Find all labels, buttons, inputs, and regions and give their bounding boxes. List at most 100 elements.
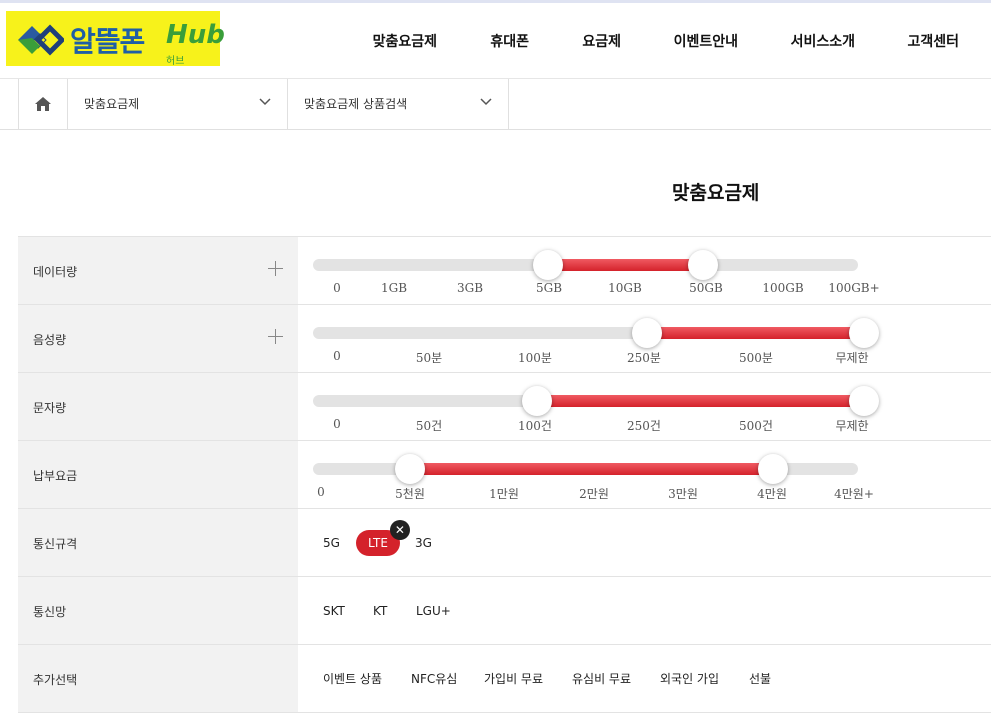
option-skt[interactable]: SKT <box>323 598 345 624</box>
slider-range-fill <box>410 463 773 475</box>
filter-row-sms: 문자량 0 50건 100건 250건 500건 무제한 <box>18 373 991 441</box>
slider-tick: 100GB <box>762 281 804 295</box>
logo-text: 알뜰폰 <box>70 25 145 58</box>
slider-handle-min[interactable] <box>533 250 563 280</box>
slider-tick: 0 <box>333 349 341 363</box>
slider-handle-max[interactable] <box>849 318 879 348</box>
logo-mark-icon <box>18 24 64 56</box>
slider-range-fill <box>647 327 858 339</box>
site-logo[interactable]: 알뜰폰 Hub 허브 <box>6 11 225 67</box>
slider-handle-max[interactable] <box>849 386 879 416</box>
slider-tick: 5천원 <box>395 487 425 501</box>
filter-row-carrier: 통신망 SKT KT LGU+ <box>18 577 991 645</box>
nav-item-phone[interactable]: 휴대폰 <box>490 31 529 51</box>
filter-label-cell: 통신규격 <box>18 509 298 576</box>
nav-item-events[interactable]: 이벤트안내 <box>674 31 738 51</box>
logo-subtext: 허브 <box>166 56 185 67</box>
slider-tick: 100분 <box>518 351 552 365</box>
slider-tick: 250건 <box>627 419 661 433</box>
filter-label-cell: 문자량 <box>18 373 298 440</box>
breadcrumb-select-level2[interactable]: 맞춤요금제 상품검색 <box>288 79 509 129</box>
option-foreigner-signup[interactable]: 외국인 가입 <box>660 666 719 692</box>
option-free-usim[interactable]: 유심비 무료 <box>572 666 631 692</box>
filter-row-voice: 음성량 0 50분 100분 250분 500분 무제한 <box>18 305 991 373</box>
filter-label-sms: 문자량 <box>33 401 67 415</box>
filter-label-extras: 추가선택 <box>33 673 78 687</box>
filter-row-network-type: 통신규격 5G LTE ✕ 3G <box>18 509 991 577</box>
option-kt[interactable]: KT <box>373 598 387 624</box>
chevron-down-icon <box>259 98 271 106</box>
option-lte-label: LTE <box>368 536 388 550</box>
slider-tick: 0 <box>317 485 325 499</box>
slider-range-fill <box>537 395 858 407</box>
breadcrumb: 맞춤요금제 맞춤요금제 상품검색 <box>0 79 991 130</box>
slider-tick: 0 <box>333 281 341 295</box>
slider-tick: 1만원 <box>489 487 519 501</box>
filter-label-cell: 추가선택 <box>18 645 298 712</box>
slider-handle-min[interactable] <box>632 318 662 348</box>
slider-handle-max[interactable] <box>688 250 718 280</box>
filter-label-cell: 납부요금 <box>18 441 298 508</box>
filter-label-cell: 음성량 <box>18 305 298 372</box>
slider-tick: 50분 <box>415 351 443 365</box>
filter-label-data: 데이터량 <box>33 265 78 279</box>
filter-table: 데이터량 0 1GB 3GB 5GB 10GB 50GB 100GB 100GB… <box>18 236 991 713</box>
slider-tick: 무제한 <box>835 351 869 365</box>
filter-label-network-type: 통신규격 <box>33 537 78 551</box>
option-5g[interactable]: 5G <box>323 530 340 556</box>
option-free-signup[interactable]: 가입비 무료 <box>484 666 543 692</box>
voice-range-slider[interactable]: 0 50분 100분 250분 500분 무제한 <box>313 305 879 373</box>
filter-label-fee: 납부요금 <box>33 469 78 483</box>
expand-plus-icon[interactable] <box>268 329 284 345</box>
filter-row-fee: 납부요금 0 5천원 1만원 2만원 3만원 4만원 4만원+ <box>18 441 991 509</box>
slider-tick: 2만원 <box>579 487 609 501</box>
slider-tick: 100GB+ <box>828 281 880 295</box>
slider-tick: 100건 <box>518 419 552 433</box>
close-icon[interactable]: ✕ <box>389 520 410 540</box>
logo-brand: Hub <box>166 20 225 50</box>
site-header: 알뜰폰 Hub 허브 맞춤요금제 휴대폰 요금제 이벤트안내 서비스소개 고객센… <box>0 3 991 79</box>
chevron-down-icon <box>480 98 492 106</box>
slider-tick: 1GB <box>380 281 408 295</box>
nav-item-support[interactable]: 고객센터 <box>907 31 959 51</box>
nav-item-custom-plan[interactable]: 맞춤요금제 <box>373 31 437 51</box>
filter-label-carrier: 통신망 <box>33 605 67 619</box>
slider-handle-min[interactable] <box>395 454 425 484</box>
page-title: 맞춤요금제 <box>672 182 760 204</box>
breadcrumb-level2-label: 맞춤요금제 상품검색 <box>304 97 408 111</box>
filter-row-data: 데이터량 0 1GB 3GB 5GB 10GB 50GB 100GB 100GB… <box>18 237 991 305</box>
nav-item-plans[interactable]: 요금제 <box>582 31 621 51</box>
home-icon <box>35 97 51 111</box>
option-3g[interactable]: 3G <box>415 530 432 556</box>
breadcrumb-select-level1[interactable]: 맞춤요금제 <box>68 79 288 129</box>
slider-tick: 3GB <box>456 281 484 295</box>
option-nfc-usim[interactable]: NFC유심 <box>411 666 457 692</box>
slider-tick: 50GB <box>689 281 723 295</box>
option-event-product[interactable]: 이벤트 상품 <box>323 666 382 692</box>
data-range-slider[interactable]: 0 1GB 3GB 5GB 10GB 50GB 100GB 100GB+ <box>313 237 880 305</box>
slider-tick: 250분 <box>627 351 661 365</box>
slider-range-fill <box>548 259 703 271</box>
slider-handle-max[interactable] <box>758 454 788 484</box>
slider-tick: 3만원 <box>668 487 698 501</box>
filter-label-voice: 음성량 <box>33 333 67 347</box>
expand-plus-icon[interactable] <box>268 261 284 277</box>
nav-item-services[interactable]: 서비스소개 <box>791 31 855 51</box>
slider-tick: 50건 <box>415 419 443 433</box>
slider-tick: 10GB <box>608 281 642 295</box>
slider-tick: 5GB <box>535 281 563 295</box>
slider-tick: 500분 <box>739 351 773 365</box>
option-lte-selected[interactable]: LTE ✕ <box>356 520 410 556</box>
option-prepaid[interactable]: 선불 <box>749 666 771 692</box>
fee-range-slider[interactable]: 0 5천원 1만원 2만원 3만원 4만원 4만원+ <box>313 441 874 509</box>
option-lgu[interactable]: LGU+ <box>416 598 451 624</box>
slider-tick: 500건 <box>739 419 773 433</box>
slider-handle-min[interactable] <box>522 386 552 416</box>
breadcrumb-level1-label: 맞춤요금제 <box>84 97 140 111</box>
filter-label-cell: 통신망 <box>18 577 298 644</box>
sms-range-slider[interactable]: 0 50건 100건 250건 500건 무제한 <box>313 373 879 441</box>
slider-tick: 4만원 <box>757 487 787 501</box>
slider-tick: 무제한 <box>835 419 869 433</box>
home-button[interactable] <box>18 79 68 129</box>
filter-row-extras: 추가선택 이벤트 상품 NFC유심 가입비 무료 유심비 무료 외국인 가입 선… <box>18 645 991 713</box>
